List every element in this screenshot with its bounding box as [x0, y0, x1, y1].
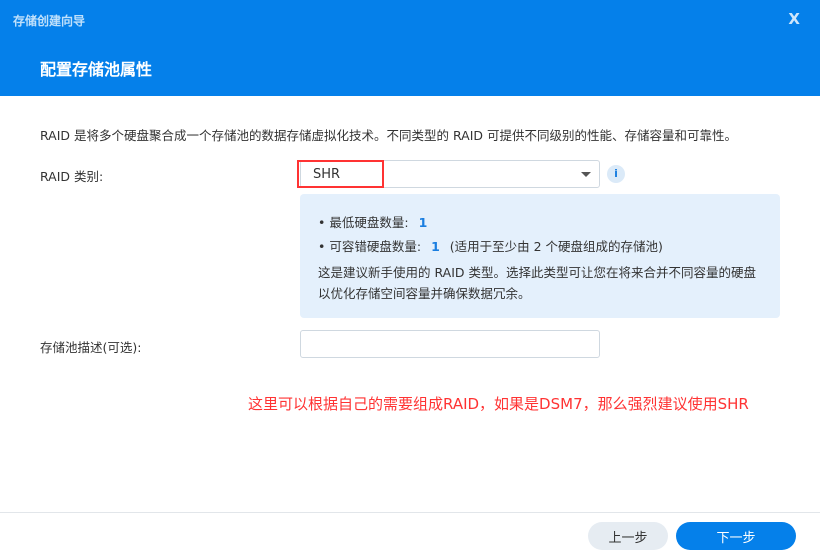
raid-info-box: • 最低硬盘数量: 1 • 可容错硬盘数量: 1 (适用于至少由 2 个硬盘组成的存储…: [300, 194, 780, 318]
chevron-down-icon: [581, 172, 591, 177]
annotation-text: 这里可以根据自己的需要组成RAID，如果是DSM7，那么强烈建议使用SHR: [248, 395, 749, 413]
raid-type-label: RAID 类别:: [40, 169, 104, 184]
footer-divider: [0, 512, 820, 513]
next-button[interactable]: 下一步: [676, 522, 796, 550]
close-icon[interactable]: X: [788, 10, 800, 28]
info-icon[interactable]: i: [607, 165, 625, 183]
previous-button[interactable]: 上一步: [588, 522, 668, 550]
step-title: 配置存储池属性: [40, 60, 153, 79]
pool-description-label: 存储池描述(可选):: [40, 340, 142, 355]
highlight-box: [297, 160, 384, 188]
fault-tolerance-item: • 可容错硬盘数量: 1 (适用于至少由 2 个硬盘组成的存储池): [318, 239, 663, 254]
min-disks-item: • 最低硬盘数量: 1: [318, 215, 428, 230]
window-title: 存储创建向导: [13, 14, 86, 28]
wizard-header: 存储创建向导 X 配置存储池属性: [0, 0, 820, 96]
raid-info-text: 这是建议新手使用的 RAID 类型。选择此类型可让您在将来合并不同容量的硬盘以优…: [318, 265, 756, 301]
pool-description-input[interactable]: [300, 330, 600, 358]
raid-description: RAID 是将多个硬盘聚合成一个存储池的数据存储虚拟化技术。不同类型的 RAID…: [40, 128, 738, 143]
